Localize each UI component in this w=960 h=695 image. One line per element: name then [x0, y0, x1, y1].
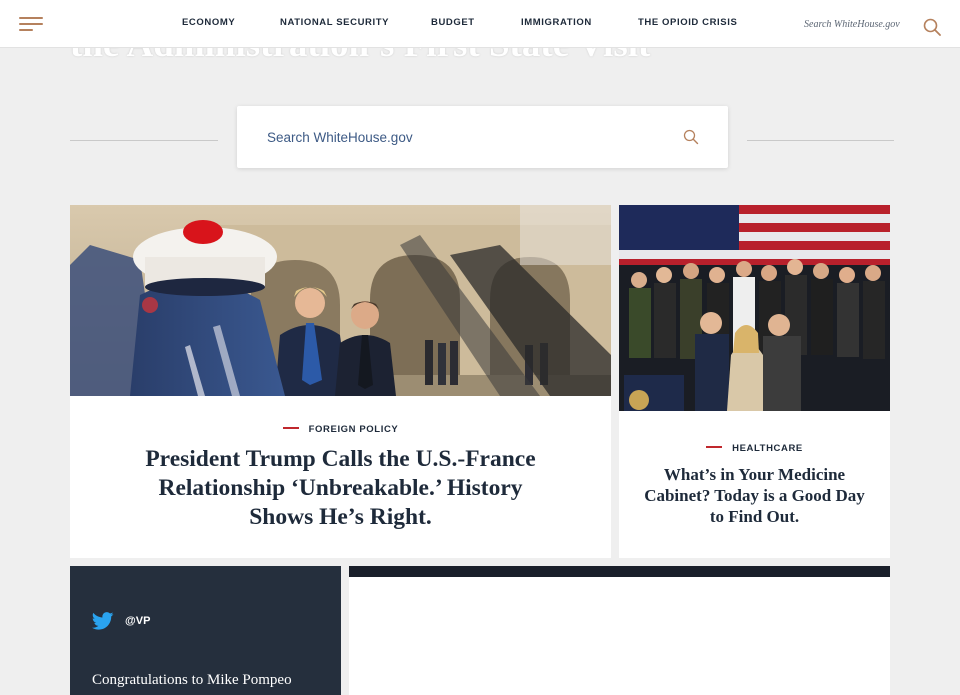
search-input[interactable]	[267, 127, 667, 147]
nav-item-budget[interactable]: BUDGET	[431, 17, 475, 28]
article-card-foreign-policy[interactable]: FOREIGN POLICY President Trump Calls the…	[70, 205, 611, 558]
article-headline[interactable]: President Trump Calls the U.S.-France Re…	[90, 445, 591, 532]
headline-line: Shows He’s Right.	[249, 504, 432, 530]
tweet-text: Congratulations to Mike Pompeo	[92, 672, 292, 688]
article-card-healthcare[interactable]: HEALTHCARE What’s in Your Medicine Cabin…	[619, 205, 890, 558]
twitter-bird-icon	[92, 612, 114, 630]
search-icon[interactable]	[923, 18, 941, 36]
category-label: HEALTHCARE	[619, 443, 890, 454]
nav-item-national-security[interactable]: NATIONAL SECURITY	[280, 17, 389, 28]
nav-item-immigration[interactable]: IMMIGRATION	[521, 17, 592, 28]
header-search-input[interactable]: Search WhiteHouse.gov	[804, 19, 900, 30]
headline-line: President Trump Calls the U.S.-France	[145, 446, 536, 472]
site-header: ECONOMY NATIONAL SECURITY BUDGET IMMIGRA…	[0, 0, 960, 48]
divider-right	[747, 140, 894, 141]
feature-image-strip	[349, 566, 890, 577]
category-dash	[282, 427, 299, 430]
divider-left	[70, 140, 218, 141]
article-headline[interactable]: What’s in Your Medicine Cabinet? Today i…	[629, 464, 880, 527]
headline-line: Cabinet? Today is a Good Day	[644, 486, 865, 505]
search-icon[interactable]	[683, 129, 699, 145]
nav-item-opioid-crisis[interactable]: THE OPIOID CRISIS	[638, 17, 737, 28]
category-label: FOREIGN POLICY	[70, 424, 611, 435]
category-dash	[706, 446, 723, 449]
article-photo	[70, 205, 611, 396]
feature-card[interactable]	[349, 566, 890, 695]
headline-line: to Find Out.	[709, 507, 800, 526]
article-photo	[619, 205, 890, 411]
nav-item-economy[interactable]: ECONOMY	[182, 17, 235, 28]
headline-line: What’s in Your Medicine	[663, 465, 846, 484]
tweet-handle[interactable]: @VP	[125, 615, 150, 627]
headline-line: Relationship ‘Unbreakable.’ History	[158, 475, 523, 501]
tweet-card[interactable]: @VP Congratulations to Mike Pompeo	[70, 566, 341, 695]
search-bar	[237, 106, 728, 168]
